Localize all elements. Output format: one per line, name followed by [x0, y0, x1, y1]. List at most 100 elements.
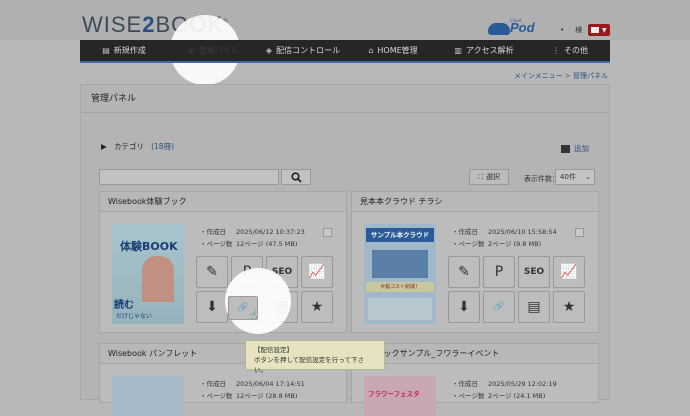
- nav-other[interactable]: ⋮ その他: [530, 40, 610, 61]
- nav-admin-panel[interactable]: ▣ 管理パネル: [168, 40, 258, 61]
- nav-label: 配信コントロール: [276, 46, 341, 55]
- cloud-icon: [488, 23, 510, 35]
- select-button[interactable]: ⛶ 選択: [469, 169, 509, 185]
- select-checkbox[interactable]: [323, 228, 332, 237]
- user-menu[interactable]: • 様: [560, 25, 582, 35]
- per-page-select[interactable]: 40件 ⌄: [555, 169, 595, 185]
- book-thumbnail[interactable]: フラワーフェスタ: [364, 376, 436, 416]
- copy-button[interactable]: ▤: [518, 291, 550, 323]
- main-nav: ▤ 新規作成 ▣ 管理パネル ◈ 配信コントロール ⌂ HOME管理 ▥ アクセ…: [80, 40, 610, 63]
- thumb-title: サンプル本クラウド: [366, 228, 434, 242]
- seo-icon: SEO: [523, 267, 545, 277]
- preview-button[interactable]: P: [483, 256, 515, 288]
- nav-label: HOME管理: [377, 46, 418, 55]
- breadcrumb-current[interactable]: 管理パネル: [573, 72, 608, 80]
- tooltip-title: 【配信設定】: [254, 346, 293, 354]
- chart-icon: ▥: [454, 46, 462, 55]
- thumb-text: 読む: [114, 300, 134, 311]
- thumb-title: フラワーフェスタ: [368, 390, 420, 398]
- breadcrumb-sep: >: [564, 72, 571, 80]
- book-thumbnail[interactable]: サンプル本クラウド 大幅コスト削減！: [364, 224, 436, 324]
- thumb-text: 大幅コスト削減！: [366, 282, 434, 292]
- book-meta: ・作成日 2025/06/04 17:14:51 ・ページ数 12ページ (28.8…: [200, 380, 305, 400]
- search-input[interactable]: [99, 169, 279, 185]
- language-dropdown[interactable]: ▼: [588, 24, 610, 36]
- more-icon: ⋮: [552, 46, 560, 55]
- delivery-settings-button[interactable]: 🔗: [483, 291, 515, 323]
- tooltip: 【配信設定】 ボタンを押して配信設定を行って下さい。: [245, 340, 385, 374]
- select-frame-icon: ⛶: [478, 172, 483, 181]
- cursor-hand-icon: ☝: [250, 308, 258, 322]
- user-honorific: 様: [575, 26, 583, 34]
- person-figure: [142, 256, 174, 302]
- download-icon: ⬇: [458, 299, 470, 315]
- favorite-button[interactable]: ★: [553, 291, 585, 323]
- thumb-text: だけじゃない: [116, 313, 153, 320]
- add-button[interactable]: 追加: [561, 143, 589, 154]
- book-title[interactable]: ...ルブックサンプル_フワラーイベント: [352, 344, 598, 364]
- nav-label: 新規作成: [113, 46, 146, 55]
- cloud-pod-logo: Cloud Pod: [488, 18, 538, 36]
- document-icon: ▤: [102, 46, 110, 55]
- home-icon: ⌂: [368, 46, 374, 55]
- thumb-body: [368, 298, 432, 320]
- book-thumbnail[interactable]: [112, 376, 184, 416]
- edit-icon: ✎: [458, 264, 470, 280]
- nav-label: その他: [564, 46, 588, 55]
- edit-icon: ✎: [206, 264, 218, 280]
- edit-button[interactable]: ✎: [196, 256, 228, 288]
- select-checkbox[interactable]: [575, 228, 584, 237]
- seo-button[interactable]: SEO: [518, 256, 550, 288]
- url-icon: 🔗: [237, 303, 249, 313]
- chevron-down-icon: ⌄: [585, 173, 591, 181]
- triangle-right-icon: ▶: [101, 142, 107, 151]
- book-card: 見本本クラウド チラシ サンプル本クラウド 大幅コスト削減！ ・作成日 2025/…: [351, 191, 599, 333]
- copy-icon: ▤: [527, 299, 541, 315]
- book-meta: ・作成日 2025/05/29 12:02:19 ・ページ数 2ページ (24.1 …: [452, 380, 557, 400]
- page-title: 管理パネル: [81, 85, 609, 113]
- book-title[interactable]: 見本本クラウド チラシ: [352, 192, 598, 212]
- per-page-label: 表示件数：: [524, 175, 559, 183]
- download-icon: ⬇: [206, 299, 218, 315]
- chevron-down-icon: ▼: [602, 27, 607, 34]
- tooltip-text: ボタンを押して配信設定を行って下さい。: [254, 356, 364, 374]
- book-card: Wisebook体験ブック 体験BOOK 読む だけじゃない ・作成日 2025/…: [99, 191, 347, 333]
- broadcast-icon: ◈: [265, 46, 273, 55]
- category-label: カテゴリ: [113, 142, 144, 151]
- thumb-title: 体験BOOK: [120, 240, 178, 253]
- download-button[interactable]: ⬇: [196, 291, 228, 323]
- chart-icon: 📈: [560, 264, 578, 280]
- add-label: 追加: [574, 144, 589, 153]
- nav-home-manage[interactable]: ⌂ HOME管理: [348, 40, 438, 61]
- book-card: ...ルブックサンプル_フワラーイベント フラワーフェスタ ・作成日 2025/0…: [351, 343, 599, 416]
- search-button[interactable]: [281, 169, 311, 185]
- per-page-value: 40件: [560, 173, 576, 181]
- star-icon: ★: [562, 299, 576, 315]
- nav-label: アクセス解析: [465, 46, 514, 55]
- breadcrumb: メインメニュー > 管理パネル: [514, 71, 608, 81]
- search-icon: [290, 171, 302, 183]
- chart-icon: 📈: [308, 264, 326, 280]
- breadcrumb-home[interactable]: メインメニュー: [514, 72, 563, 80]
- analytics-button[interactable]: 📈: [301, 256, 333, 288]
- download-button[interactable]: ⬇: [448, 291, 480, 323]
- monitor-icon: ▣: [187, 46, 195, 55]
- screen-figure: [372, 250, 428, 278]
- star-icon: ★: [310, 299, 324, 315]
- book-p-icon: P: [494, 264, 504, 280]
- select-label: 選択: [485, 173, 500, 181]
- action-grid: ✎ P SEO 📈 ⬇ 🔗 ▤ ★: [448, 256, 585, 323]
- logo-mark: 2: [142, 12, 156, 37]
- book-thumbnail[interactable]: 体験BOOK 読む だけじゃない: [112, 224, 184, 324]
- favorite-button[interactable]: ★: [301, 291, 333, 323]
- book-title[interactable]: Wisebook体験ブック: [100, 192, 346, 212]
- analytics-button[interactable]: 📈: [553, 256, 585, 288]
- nav-new[interactable]: ▤ 新規作成: [80, 40, 168, 61]
- printer-icon: [561, 145, 570, 153]
- logo-text-1: WISE: [82, 12, 143, 37]
- nav-label: 管理パネル: [198, 46, 239, 55]
- nav-delivery-control[interactable]: ◈ 配信コントロール: [258, 40, 348, 61]
- category-toggle[interactable]: ▶ カテゴリ (18冊): [101, 141, 174, 152]
- edit-button[interactable]: ✎: [448, 256, 480, 288]
- nav-access-analytics[interactable]: ▥ アクセス解析: [438, 40, 530, 61]
